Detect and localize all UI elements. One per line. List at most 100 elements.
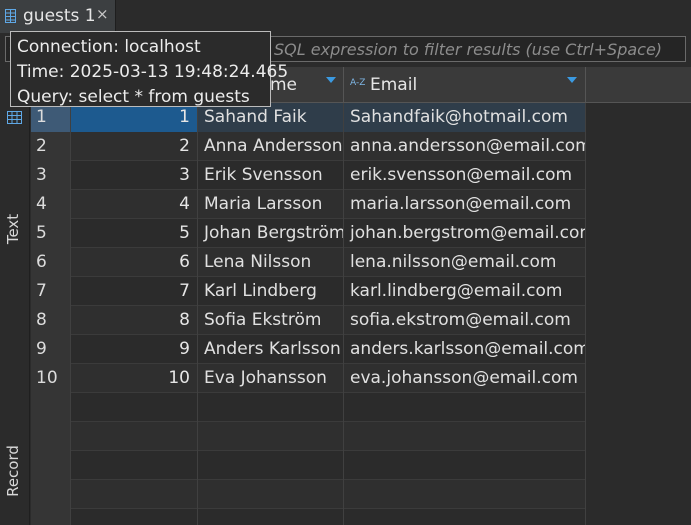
results-grid: me A-Z Email 1 1 Sahand Faik Sahandfaik@hot…: [31, 67, 691, 525]
cell-name[interactable]: Karl Lindberg: [198, 277, 344, 306]
cell-id[interactable]: [71, 480, 198, 509]
grid-icon[interactable]: [7, 111, 22, 124]
cell-name[interactable]: [198, 451, 344, 480]
text-view-label: Text: [4, 213, 22, 245]
cell-email[interactable]: eva.johansson@email.com: [344, 364, 586, 393]
cell-id[interactable]: 10: [71, 364, 198, 393]
row-number[interactable]: 4: [31, 190, 71, 219]
cell-email[interactable]: [344, 422, 586, 451]
row-number[interactable]: [31, 393, 71, 422]
cell-filler: [586, 132, 691, 161]
close-icon[interactable]: ×: [96, 5, 109, 23]
cell-id[interactable]: 4: [71, 190, 198, 219]
cell-name[interactable]: Eva Johansson: [198, 364, 344, 393]
cell-filler: [586, 103, 691, 132]
table-row[interactable]: [31, 509, 691, 525]
tab-guests[interactable]: guests 1 ×: [0, 0, 116, 33]
cell-id[interactable]: [71, 422, 198, 451]
cell-name[interactable]: Sofia Ekström: [198, 306, 344, 335]
row-number[interactable]: 7: [31, 277, 71, 306]
cell-name[interactable]: [198, 480, 344, 509]
cell-name[interactable]: Anders Karlsson: [198, 335, 344, 364]
cell-email[interactable]: sofia.ekstrom@email.com: [344, 306, 586, 335]
table-row[interactable]: [31, 422, 691, 451]
cell-name[interactable]: Lena Nilsson: [198, 248, 344, 277]
cell-id[interactable]: [71, 451, 198, 480]
cell-filler: [586, 161, 691, 190]
row-number[interactable]: [31, 451, 71, 480]
cell-email[interactable]: lena.nilsson@email.com: [344, 248, 586, 277]
row-number[interactable]: 6: [31, 248, 71, 277]
cell-filler: [586, 335, 691, 364]
cell-email[interactable]: maria.larsson@email.com: [344, 190, 586, 219]
cell-id[interactable]: [71, 393, 198, 422]
tooltip-query: Query: select * from guests: [17, 87, 250, 107]
sort-az-icon: A-Z: [350, 78, 366, 88]
table-row[interactable]: 10 10 Eva Johansson eva.johansson@email.com: [31, 364, 691, 393]
cell-email[interactable]: [344, 480, 586, 509]
sort-arrow-icon[interactable]: [326, 77, 336, 83]
header-email-label: Email: [370, 75, 418, 95]
cell-name[interactable]: [198, 509, 344, 525]
cell-filler: [586, 451, 691, 480]
cell-email[interactable]: [344, 451, 586, 480]
cell-filler: [586, 248, 691, 277]
table-row[interactable]: 7 7 Karl Lindberg karl.lindberg@email.com: [31, 277, 691, 306]
row-number[interactable]: [31, 422, 71, 451]
cell-id[interactable]: 5: [71, 219, 198, 248]
cell-id[interactable]: 6: [71, 248, 198, 277]
record-view-button[interactable]: Record: [3, 434, 25, 524]
cell-filler: [586, 364, 691, 393]
row-number[interactable]: 8: [31, 306, 71, 335]
tab-title: guests 1: [23, 6, 96, 26]
table-row[interactable]: 3 3 Erik Svensson erik.svensson@email.com: [31, 161, 691, 190]
cell-email[interactable]: Sahandfaik@hotmail.com: [344, 103, 586, 132]
cell-filler: [586, 219, 691, 248]
cell-filler: [586, 422, 691, 451]
cell-name[interactable]: Anna Andersson: [198, 132, 344, 161]
cell-id[interactable]: 2: [71, 132, 198, 161]
row-number[interactable]: 2: [31, 132, 71, 161]
cell-id[interactable]: 8: [71, 306, 198, 335]
cell-email[interactable]: [344, 509, 586, 525]
text-view-button[interactable]: Text: [3, 200, 25, 270]
table-row[interactable]: 8 8 Sofia Ekström sofia.ekstrom@email.com: [31, 306, 691, 335]
table-row[interactable]: 5 5 Johan Bergström johan.bergstrom@email.c…: [31, 219, 691, 248]
cell-name[interactable]: [198, 393, 344, 422]
cell-email[interactable]: anders.karlsson@email.com: [344, 335, 586, 364]
cell-name[interactable]: Erik Svensson: [198, 161, 344, 190]
table-row[interactable]: 2 2 Anna Andersson anna.andersson@email.com: [31, 132, 691, 161]
view-switcher: Text Record: [0, 64, 30, 525]
row-number[interactable]: 9: [31, 335, 71, 364]
cell-email[interactable]: erik.svensson@email.com: [344, 161, 586, 190]
cell-email[interactable]: karl.lindberg@email.com: [344, 277, 586, 306]
table-row[interactable]: [31, 480, 691, 509]
cell-email[interactable]: anna.andersson@email.com: [344, 132, 586, 161]
row-number[interactable]: [31, 509, 71, 525]
cell-filler: [586, 393, 691, 422]
header-email[interactable]: A-Z Email: [344, 67, 586, 103]
row-number[interactable]: 3: [31, 161, 71, 190]
cell-email[interactable]: johan.bergstrom@email.com: [344, 219, 586, 248]
cell-id[interactable]: 9: [71, 335, 198, 364]
query-info-tooltip: Connection: localhost Time: 2025-03-13 1…: [10, 31, 288, 107]
cell-email[interactable]: [344, 393, 586, 422]
cell-filler: [586, 277, 691, 306]
table-row[interactable]: 9 9 Anders Karlsson anders.karlsson@email.c…: [31, 335, 691, 364]
row-number[interactable]: [31, 480, 71, 509]
cell-id[interactable]: [71, 509, 198, 525]
table-row[interactable]: [31, 451, 691, 480]
cell-filler: [586, 480, 691, 509]
cell-name[interactable]: Johan Bergström: [198, 219, 344, 248]
row-number[interactable]: 5: [31, 219, 71, 248]
cell-id[interactable]: 3: [71, 161, 198, 190]
cell-name[interactable]: Maria Larsson: [198, 190, 344, 219]
table-row[interactable]: [31, 393, 691, 422]
table-row[interactable]: 4 4 Maria Larsson maria.larsson@email.com: [31, 190, 691, 219]
cell-id[interactable]: 7: [71, 277, 198, 306]
cell-name[interactable]: [198, 422, 344, 451]
sort-arrow-icon[interactable]: [567, 77, 577, 83]
row-number[interactable]: 10: [31, 364, 71, 393]
table-row[interactable]: 6 6 Lena Nilsson lena.nilsson@email.com: [31, 248, 691, 277]
tooltip-connection: Connection: localhost: [17, 37, 201, 57]
